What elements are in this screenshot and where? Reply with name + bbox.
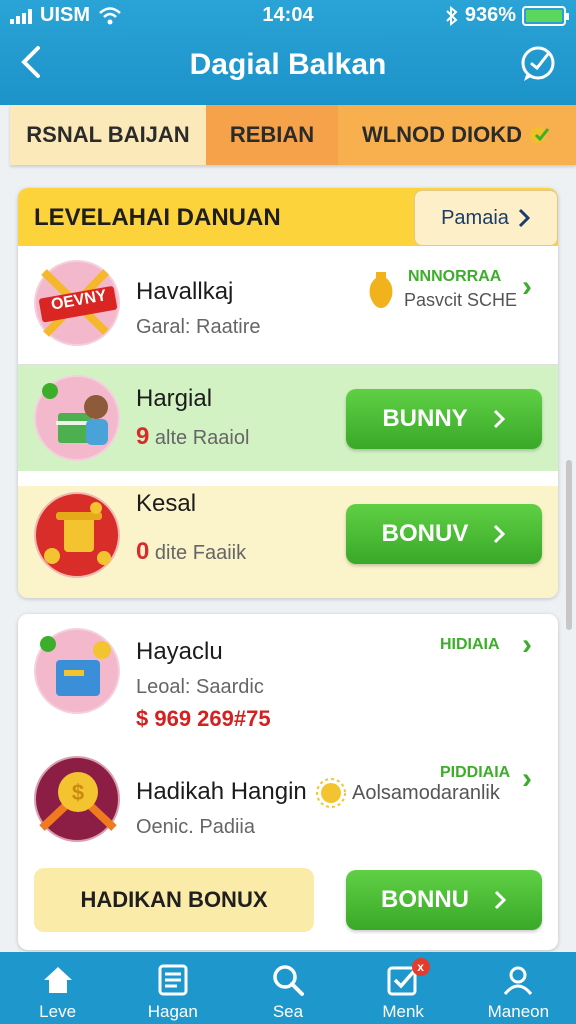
vase-icon: [369, 272, 393, 308]
nav-item-maneon[interactable]: Maneon: [461, 952, 576, 1024]
item-sub-number: 9: [136, 423, 150, 450]
status-bar: UISM 14:04 936%: [0, 0, 576, 32]
bonnu-button[interactable]: BONNU: [346, 870, 542, 930]
chevron-right-icon: ›: [522, 270, 532, 303]
bonus-label-box: HADIKAN BONUX: [34, 868, 314, 932]
nav-label: Menk: [382, 1002, 424, 1021]
list-item[interactable]: OEVNY Havallkaj Garal: Raatire NNNORRAA …: [18, 246, 558, 364]
chevron-right-icon: [494, 524, 506, 544]
item-sub: 0 dite Faaiik: [136, 538, 246, 566]
tab-rsnal-baijan[interactable]: RSNAL BAIJAN: [10, 105, 206, 165]
chevron-right-icon: ›: [522, 628, 532, 661]
list-item: Kesal 0 dite Faaiik BONUV: [18, 486, 558, 598]
scrollbar[interactable]: [566, 460, 572, 630]
bunny-button[interactable]: BUNNY: [346, 389, 542, 449]
profile-icon: [504, 966, 533, 995]
nav-bar: Dagial Balkan: [0, 38, 576, 94]
avatar: [34, 375, 120, 461]
button-label: BONUV: [381, 520, 469, 547]
svg-text:$: $: [72, 780, 84, 805]
avatar: [34, 492, 120, 578]
item-name: Hayaclu: [136, 638, 223, 665]
tab-rebian[interactable]: REBIAN: [206, 105, 338, 165]
item-right-sub: Pasvcit SCHE: [404, 290, 518, 310]
battery-percent: 936%: [464, 4, 516, 26]
card-header: LEVELAHAI DANUAN Pamaia: [18, 188, 558, 246]
trophy-icon: [44, 502, 111, 565]
button-label: BONNU: [381, 886, 469, 913]
pamaia-button[interactable]: Pamaia: [414, 190, 558, 246]
item-right-sub: Aolsamodaranlik: [352, 782, 500, 804]
list-item[interactable]: $ Hadikah Hangin Oenic. Padiia PIDDIAIA …: [18, 746, 558, 858]
nav-item-menk[interactable]: x Menk: [346, 952, 461, 1024]
item-right-title: HIDIAIA: [440, 636, 500, 653]
list-item: Hargial 9 alte Raaiol BUNNY: [18, 365, 558, 471]
list-icon: [158, 964, 188, 996]
tab-bar: RSNAL BAIJAN REBIAN WLNOD DIOKD: [10, 105, 576, 165]
nav-label: Hagan: [147, 1002, 198, 1021]
level-card: LEVELAHAI DANUAN Pamaia OEVNY Havallkaj …: [18, 188, 558, 598]
item-price: $ 969 269#75: [136, 706, 271, 731]
bottom-nav: Leve Hagan Sea x Menk Maneon: [0, 952, 576, 1024]
item-name: Kesal: [136, 490, 197, 517]
item-sub: 9 alte Raaiol: [136, 423, 249, 451]
bluetooth-icon: [446, 5, 458, 26]
home-icon: [43, 967, 72, 993]
search-icon: [273, 965, 304, 996]
chevron-right-icon: ›: [522, 762, 532, 795]
wallet-icon: [40, 636, 111, 696]
item-right-title: PIDDIAIA: [440, 764, 511, 781]
nav-item-sea[interactable]: Sea: [230, 952, 345, 1024]
battery-icon: [522, 5, 569, 26]
chevron-right-icon: [494, 890, 507, 910]
avatar: [34, 628, 120, 714]
notification-badge: x: [411, 958, 430, 976]
chevron-right-icon: [518, 208, 531, 228]
pamaia-label: Pamaia: [441, 206, 509, 229]
coin-icon: $: [39, 772, 117, 831]
card-title: LEVELAHAI DANUAN: [34, 204, 281, 231]
coin-check-icon: [530, 127, 550, 143]
item-sub-text: alte Raaiol: [154, 427, 250, 449]
item-sub: Garal: Raatire: [136, 316, 261, 338]
tab-wlnod-diokd[interactable]: WLNOD DIOKD: [338, 105, 576, 165]
item-sub: Oenic. Padiia: [136, 816, 255, 838]
bonus-card: Hayaclu Leoal: Saardic $ 969 269#75 HIDI…: [18, 614, 558, 950]
nav-label: Leve: [39, 1002, 77, 1021]
bonuv-button[interactable]: BONUV: [346, 504, 542, 564]
nav-item-leve[interactable]: Leve: [0, 952, 115, 1024]
item-sub: Leoal: Saardic: [136, 676, 264, 698]
nav-item-hagan[interactable]: Hagan: [115, 952, 230, 1024]
item-name: Havallkaj: [136, 278, 234, 305]
button-label: BUNNY: [382, 405, 468, 432]
avatar: $: [34, 756, 120, 842]
item-sub-number: 0: [136, 538, 150, 565]
gift-box-icon: [42, 383, 108, 445]
top-bar: UISM 14:04 936% Dagial Balkan: [0, 0, 576, 105]
item-sub-text: dite Faaiik: [154, 542, 247, 564]
page-title: Dagial Balkan: [189, 48, 387, 81]
sun-icon: [316, 778, 346, 808]
nav-label: Sea: [272, 1002, 304, 1021]
item-name: Hadikah Hangin: [136, 778, 307, 805]
tab-label: WLNOD DIOKD: [361, 122, 523, 147]
item-name: Hargial: [136, 385, 213, 412]
chevron-right-icon: [493, 409, 505, 429]
avatar: OEVNY: [34, 260, 120, 346]
item-right-title: NNNORRAA: [408, 268, 502, 285]
nav-label: Maneon: [487, 1002, 550, 1021]
chat-icon[interactable]: [518, 44, 558, 84]
list-item[interactable]: Hayaclu Leoal: Saardic $ 969 269#75 HIDI…: [18, 614, 558, 744]
